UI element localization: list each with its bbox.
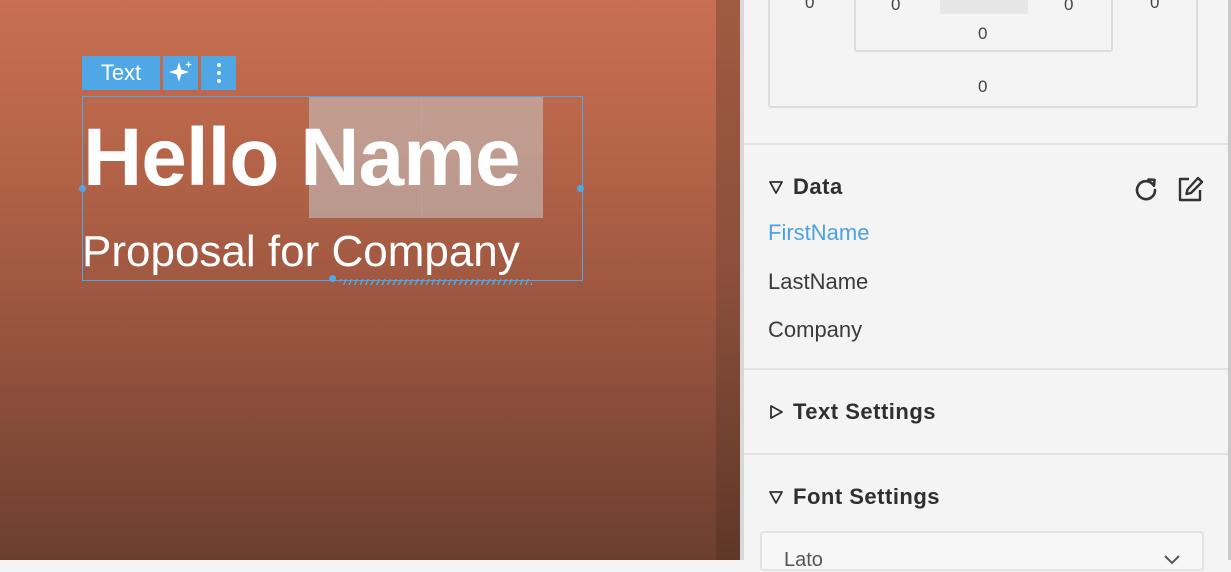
design-canvas[interactable]: Text Hello Name Proposal for Company (0, 0, 716, 560)
canvas-edge (716, 0, 740, 560)
properties-panel: 0 0 0 0 0 0 Data FirstName LastName Comp… (744, 0, 1231, 571)
data-field-company[interactable]: Company (768, 317, 862, 343)
refresh-data-button[interactable] (1132, 175, 1160, 203)
refresh-icon (1135, 178, 1157, 201)
spellcheck-underline (340, 279, 532, 285)
font-family-select[interactable]: Lato (760, 531, 1204, 571)
more-options-button[interactable] (201, 56, 236, 90)
padding-bottom-value[interactable]: 0 (978, 24, 987, 44)
content-box (940, 0, 1028, 14)
data-field-lastname[interactable]: LastName (768, 269, 868, 295)
element-toolbar: Text (82, 56, 236, 90)
text-settings-title: Text Settings (793, 399, 937, 424)
margin-bottom-value[interactable]: 0 (978, 77, 987, 97)
triangle-down-icon (769, 491, 783, 504)
sparkle-icon (167, 59, 195, 87)
chevron-down-icon (1164, 555, 1180, 565)
hero-heading[interactable]: Hello Name (83, 108, 521, 208)
data-section-title: Data (793, 174, 843, 199)
font-family-value: Lato (784, 549, 823, 571)
hero-subheading[interactable]: Proposal for Company (82, 224, 520, 280)
margin-left-value[interactable]: 0 (805, 0, 814, 13)
margin-right-value[interactable]: 0 (1150, 0, 1159, 13)
triangle-down-icon (769, 181, 783, 194)
section-divider (744, 453, 1231, 455)
triangle-right-icon (770, 405, 783, 419)
element-type-button[interactable]: Text (82, 56, 160, 90)
padding-right-value[interactable]: 0 (1064, 0, 1073, 15)
edit-icon (1178, 176, 1204, 202)
font-settings-title: Font Settings (793, 484, 941, 509)
ai-assist-button[interactable] (163, 56, 198, 90)
section-divider (744, 368, 1231, 370)
section-divider (744, 143, 1231, 145)
more-vertical-icon (214, 61, 224, 85)
text-settings-header[interactable]: Text Settings (768, 399, 936, 425)
data-field-firstname[interactable]: FirstName (768, 220, 869, 246)
name-placeholder-token[interactable]: Name (300, 112, 520, 203)
padding-left-value[interactable]: 0 (891, 0, 900, 15)
heading-static-text: Hello (83, 112, 301, 203)
edit-data-button[interactable] (1176, 175, 1204, 203)
data-section-header[interactable]: Data (768, 174, 843, 200)
resize-handle-right[interactable] (577, 185, 584, 192)
font-settings-header[interactable]: Font Settings (768, 484, 940, 510)
